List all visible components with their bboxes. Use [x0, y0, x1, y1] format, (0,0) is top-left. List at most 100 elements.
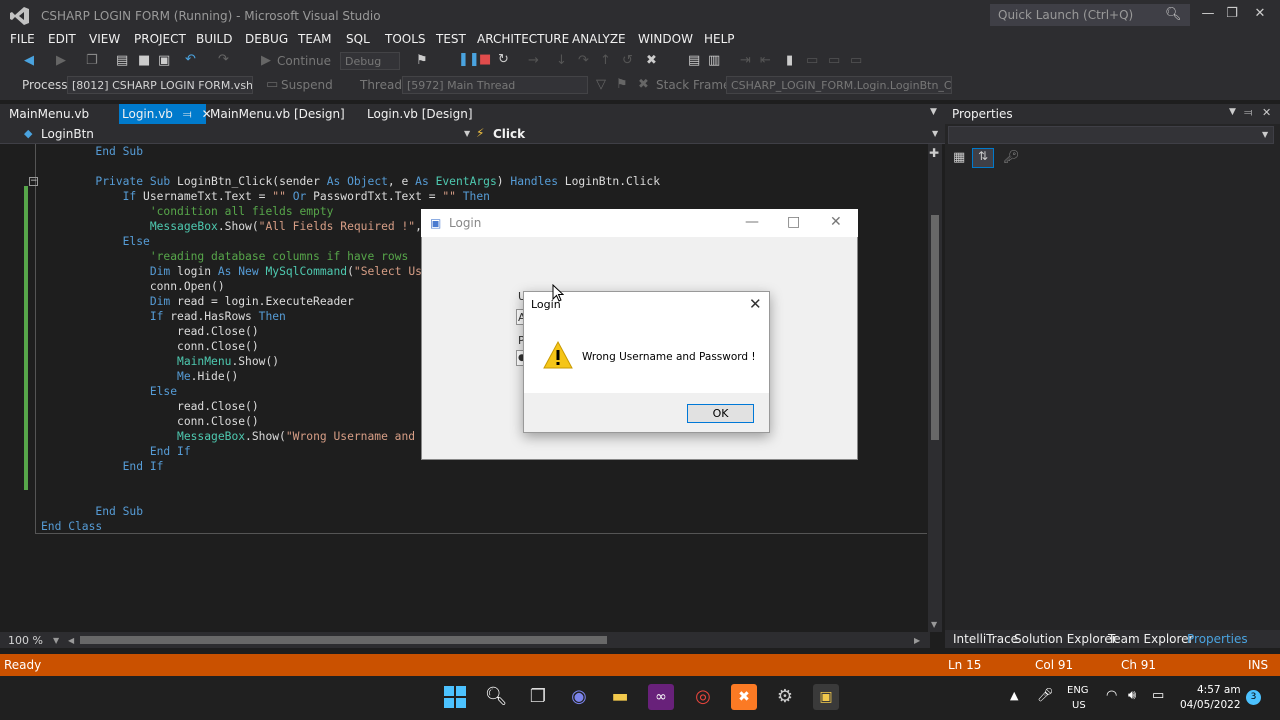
stop-icon[interactable]: ■: [479, 52, 491, 67]
notification-badge[interactable]: 3: [1246, 690, 1261, 705]
scroll-right-icon[interactable]: ▶: [914, 636, 920, 645]
windows-start-icon[interactable]: [442, 684, 468, 710]
nav-event-select[interactable]: Click: [493, 127, 525, 141]
menu-tools[interactable]: TOOLS: [385, 32, 426, 46]
menu-project[interactable]: PROJECT: [134, 32, 186, 46]
hex-display-icon[interactable]: ✖: [646, 53, 657, 68]
uncomment-icon[interactable]: ▥: [708, 53, 720, 68]
flag-filter-icon[interactable]: ▽: [596, 77, 606, 92]
horizontal-scroll-thumb[interactable]: [80, 636, 607, 644]
suspend-icon[interactable]: ▭: [266, 77, 278, 92]
step-into-icon[interactable]: ↓: [556, 53, 567, 68]
running-app-icon[interactable]: ▣: [813, 684, 839, 710]
menu-sql[interactable]: SQL: [346, 32, 370, 46]
save-icon[interactable]: ■: [138, 53, 150, 68]
redo-icon[interactable]: ↷: [218, 52, 229, 67]
scroll-left-icon[interactable]: ◀: [68, 636, 74, 645]
menu-test[interactable]: TEST: [436, 32, 466, 46]
next-bookmark-icon[interactable]: ▭: [828, 53, 840, 68]
visual-studio-icon[interactable]: ∞: [648, 684, 674, 710]
tab-login-vb[interactable]: Login.vb ⫤ ✕: [119, 104, 212, 124]
menu-view[interactable]: VIEW: [89, 32, 120, 46]
suspend-button[interactable]: Suspend: [281, 78, 333, 92]
pin-icon[interactable]: ⫤: [1244, 106, 1252, 120]
ok-button[interactable]: OK: [687, 404, 754, 423]
tab-team-explorer[interactable]: Team Explorer: [1108, 632, 1194, 646]
menu-file[interactable]: FILE: [10, 32, 35, 46]
zoom-dropdown-icon[interactable]: ▼: [53, 636, 59, 645]
xampp-icon[interactable]: ✖: [731, 684, 757, 710]
search-icon[interactable]: 🔍︎: [483, 684, 509, 710]
indent-icon[interactable]: ⇥: [740, 53, 751, 68]
chevron-down-icon[interactable]: ▼: [1262, 130, 1268, 139]
chevron-up-icon[interactable]: ▲: [1010, 689, 1018, 702]
alphabetical-icon[interactable]: ⇅: [972, 148, 994, 168]
tab-mainmenu-vb[interactable]: MainMenu.vb: [9, 104, 89, 124]
task-view-icon[interactable]: ❐: [525, 684, 551, 710]
undo-icon[interactable]: ↶: [185, 52, 196, 67]
tab-login-design[interactable]: Login.vb [Design]: [367, 104, 473, 124]
menu-debug[interactable]: DEBUG: [245, 32, 288, 46]
menu-edit[interactable]: EDIT: [48, 32, 76, 46]
panel-menu-icon[interactable]: ▼: [1229, 107, 1236, 117]
pause-icon[interactable]: ❚❚: [458, 52, 480, 67]
forward-icon[interactable]: ▶: [56, 53, 66, 68]
wifi-icon[interactable]: ◠: [1106, 688, 1117, 703]
property-pages-icon[interactable]: 🔑︎: [1003, 150, 1020, 165]
zoom-level[interactable]: 100 %: [8, 634, 43, 647]
menu-analyze[interactable]: ANALYZE: [572, 32, 626, 46]
panel-close-icon[interactable]: ✕: [1262, 106, 1271, 119]
search-icon[interactable]: 🔍︎: [1165, 7, 1182, 22]
microphone-icon[interactable]: 🎤︎: [1037, 688, 1054, 703]
configuration-select[interactable]: Debug: [340, 52, 400, 70]
clock-date[interactable]: 04/05/2022: [1180, 699, 1241, 711]
pin-icon[interactable]: ⫤: [183, 107, 192, 121]
menu-team[interactable]: TEAM: [298, 32, 331, 46]
save-all-icon[interactable]: ▣: [158, 53, 170, 68]
step-out-icon[interactable]: ↑: [600, 53, 611, 68]
outdent-icon[interactable]: ⇤: [760, 53, 771, 68]
tab-mainmenu-design[interactable]: MainMenu.vb [Design]: [210, 104, 345, 124]
step-over-icon[interactable]: ↷: [578, 53, 589, 68]
battery-icon[interactable]: ▭: [1152, 688, 1164, 703]
categorized-icon[interactable]: ▦: [953, 150, 965, 165]
prev-bookmark-icon[interactable]: ▭: [806, 53, 818, 68]
continue-button[interactable]: Continue: [277, 54, 331, 68]
show-next-statement-icon[interactable]: →: [528, 53, 539, 68]
split-icon[interactable]: ✚: [929, 146, 939, 160]
close-icon[interactable]: ✕: [749, 295, 762, 313]
tab-overflow-icon[interactable]: ▼: [930, 107, 937, 117]
menu-help[interactable]: HELP: [704, 32, 735, 46]
restart-icon[interactable]: ↻: [498, 52, 509, 67]
teams-chat-icon[interactable]: ◉: [566, 684, 592, 710]
nav-object-select[interactable]: LoginBtn: [41, 127, 94, 141]
clear-bookmarks-icon[interactable]: ▭: [850, 53, 862, 68]
vertical-scroll-thumb[interactable]: [931, 215, 939, 440]
settings-icon[interactable]: ⚙: [772, 684, 798, 710]
back-icon[interactable]: ◀: [24, 53, 34, 68]
chrome-icon[interactable]: ◎: [690, 684, 716, 710]
new-project-icon[interactable]: ❐: [86, 53, 98, 68]
bookmark-icon[interactable]: ▮: [786, 53, 793, 68]
menu-window[interactable]: WINDOW: [638, 32, 693, 46]
thread-select[interactable]: [5972] Main Thread: [402, 76, 588, 94]
scroll-down-icon[interactable]: ▼: [931, 620, 937, 629]
attach-icon[interactable]: ⚑: [416, 53, 428, 68]
comment-icon[interactable]: ▤: [688, 53, 700, 68]
tab-solution-explorer[interactable]: Solution Explorer: [1014, 632, 1117, 646]
step-back-icon[interactable]: ↺: [622, 53, 633, 68]
menu-build[interactable]: BUILD: [196, 32, 232, 46]
maximize-icon[interactable]: □: [787, 214, 800, 230]
file-explorer-icon[interactable]: ▬: [607, 684, 633, 710]
tab-properties[interactable]: Properties: [1187, 632, 1248, 646]
clock-time[interactable]: 4:57 am: [1197, 684, 1241, 696]
stack-frame-select[interactable]: CSHARP_LOGIN_FORM.Login.LoginBtn_C: [726, 76, 952, 94]
menu-architecture[interactable]: ARCHITECTURE: [477, 32, 569, 46]
close-icon[interactable]: ✕: [830, 214, 842, 230]
flag-icon[interactable]: ⚑: [616, 77, 628, 92]
continue-icon[interactable]: ▶: [261, 53, 271, 68]
properties-object-select[interactable]: [948, 126, 1274, 144]
quick-launch-input[interactable]: Quick Launch (Ctrl+Q): [990, 4, 1190, 26]
chevron-down-icon[interactable]: ▼: [464, 129, 470, 138]
language-indicator[interactable]: ENG: [1067, 685, 1089, 696]
